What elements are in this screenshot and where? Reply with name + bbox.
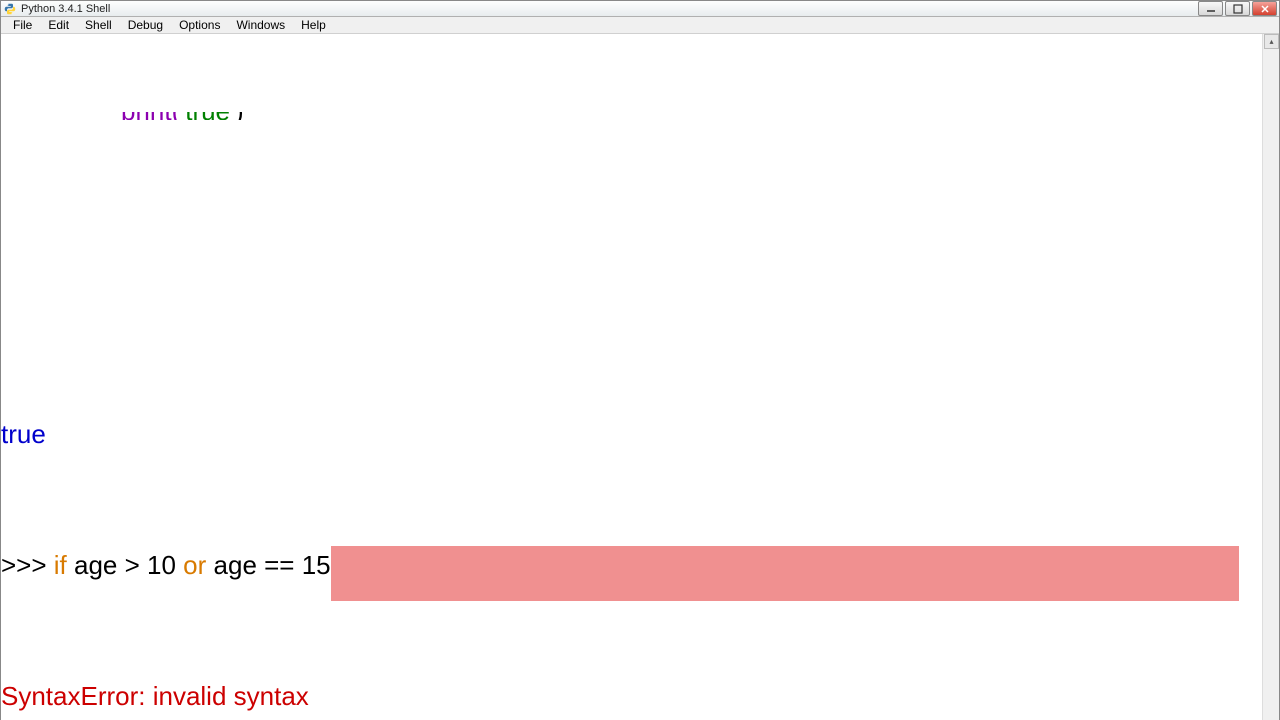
menu-file[interactable]: File <box>5 17 40 33</box>
token-builtin: print( <box>121 112 180 120</box>
window-controls <box>1196 1 1277 16</box>
menu-options[interactable]: Options <box>171 17 228 33</box>
python-icon <box>3 2 17 16</box>
blank-region <box>1 198 1262 343</box>
output-line: true <box>1 421 1262 474</box>
token-paren: ) <box>235 112 244 120</box>
shell-text-area[interactable]: print('true') true >>> if age > 10 or ag… <box>1 34 1262 720</box>
error-message-line: SyntaxError: invalid syntax <box>1 683 1262 720</box>
syntax-error-highlight <box>331 546 1239 601</box>
minimize-button[interactable] <box>1198 1 1223 16</box>
menu-shell[interactable]: Shell <box>77 17 120 33</box>
output-value: true <box>1 419 46 449</box>
token-code: age == 15 <box>206 550 330 580</box>
token-keyword: or <box>183 550 206 580</box>
menubar: File Edit Shell Debug Options Windows He… <box>1 17 1279 34</box>
editor-area: print('true') true >>> if age > 10 or ag… <box>1 34 1279 720</box>
shell-prompt: >>> <box>1 550 54 580</box>
error-text: SyntaxError: invalid syntax <box>1 681 309 711</box>
menu-windows[interactable]: Windows <box>228 17 293 33</box>
app-window: Python 3.4.1 Shell File Edit Shell Debug… <box>0 0 1280 720</box>
code-line-partial: print('true') <box>1 112 1262 120</box>
close-button[interactable] <box>1252 1 1277 16</box>
scroll-up-button[interactable]: ▴ <box>1264 34 1279 49</box>
code-line-error-input: >>> if age > 10 or age == 15 <box>1 552 1262 605</box>
menu-help[interactable]: Help <box>293 17 334 33</box>
vertical-scrollbar[interactable]: ▴ ▾ <box>1262 34 1279 720</box>
menu-edit[interactable]: Edit <box>40 17 77 33</box>
token-code: age > 10 <box>67 550 183 580</box>
token-keyword: if <box>54 550 67 580</box>
titlebar[interactable]: Python 3.4.1 Shell <box>1 1 1279 17</box>
menu-debug[interactable]: Debug <box>120 17 171 33</box>
window-title: Python 3.4.1 Shell <box>21 3 1196 15</box>
token-string: 'true' <box>180 112 235 120</box>
maximize-button[interactable] <box>1225 1 1250 16</box>
